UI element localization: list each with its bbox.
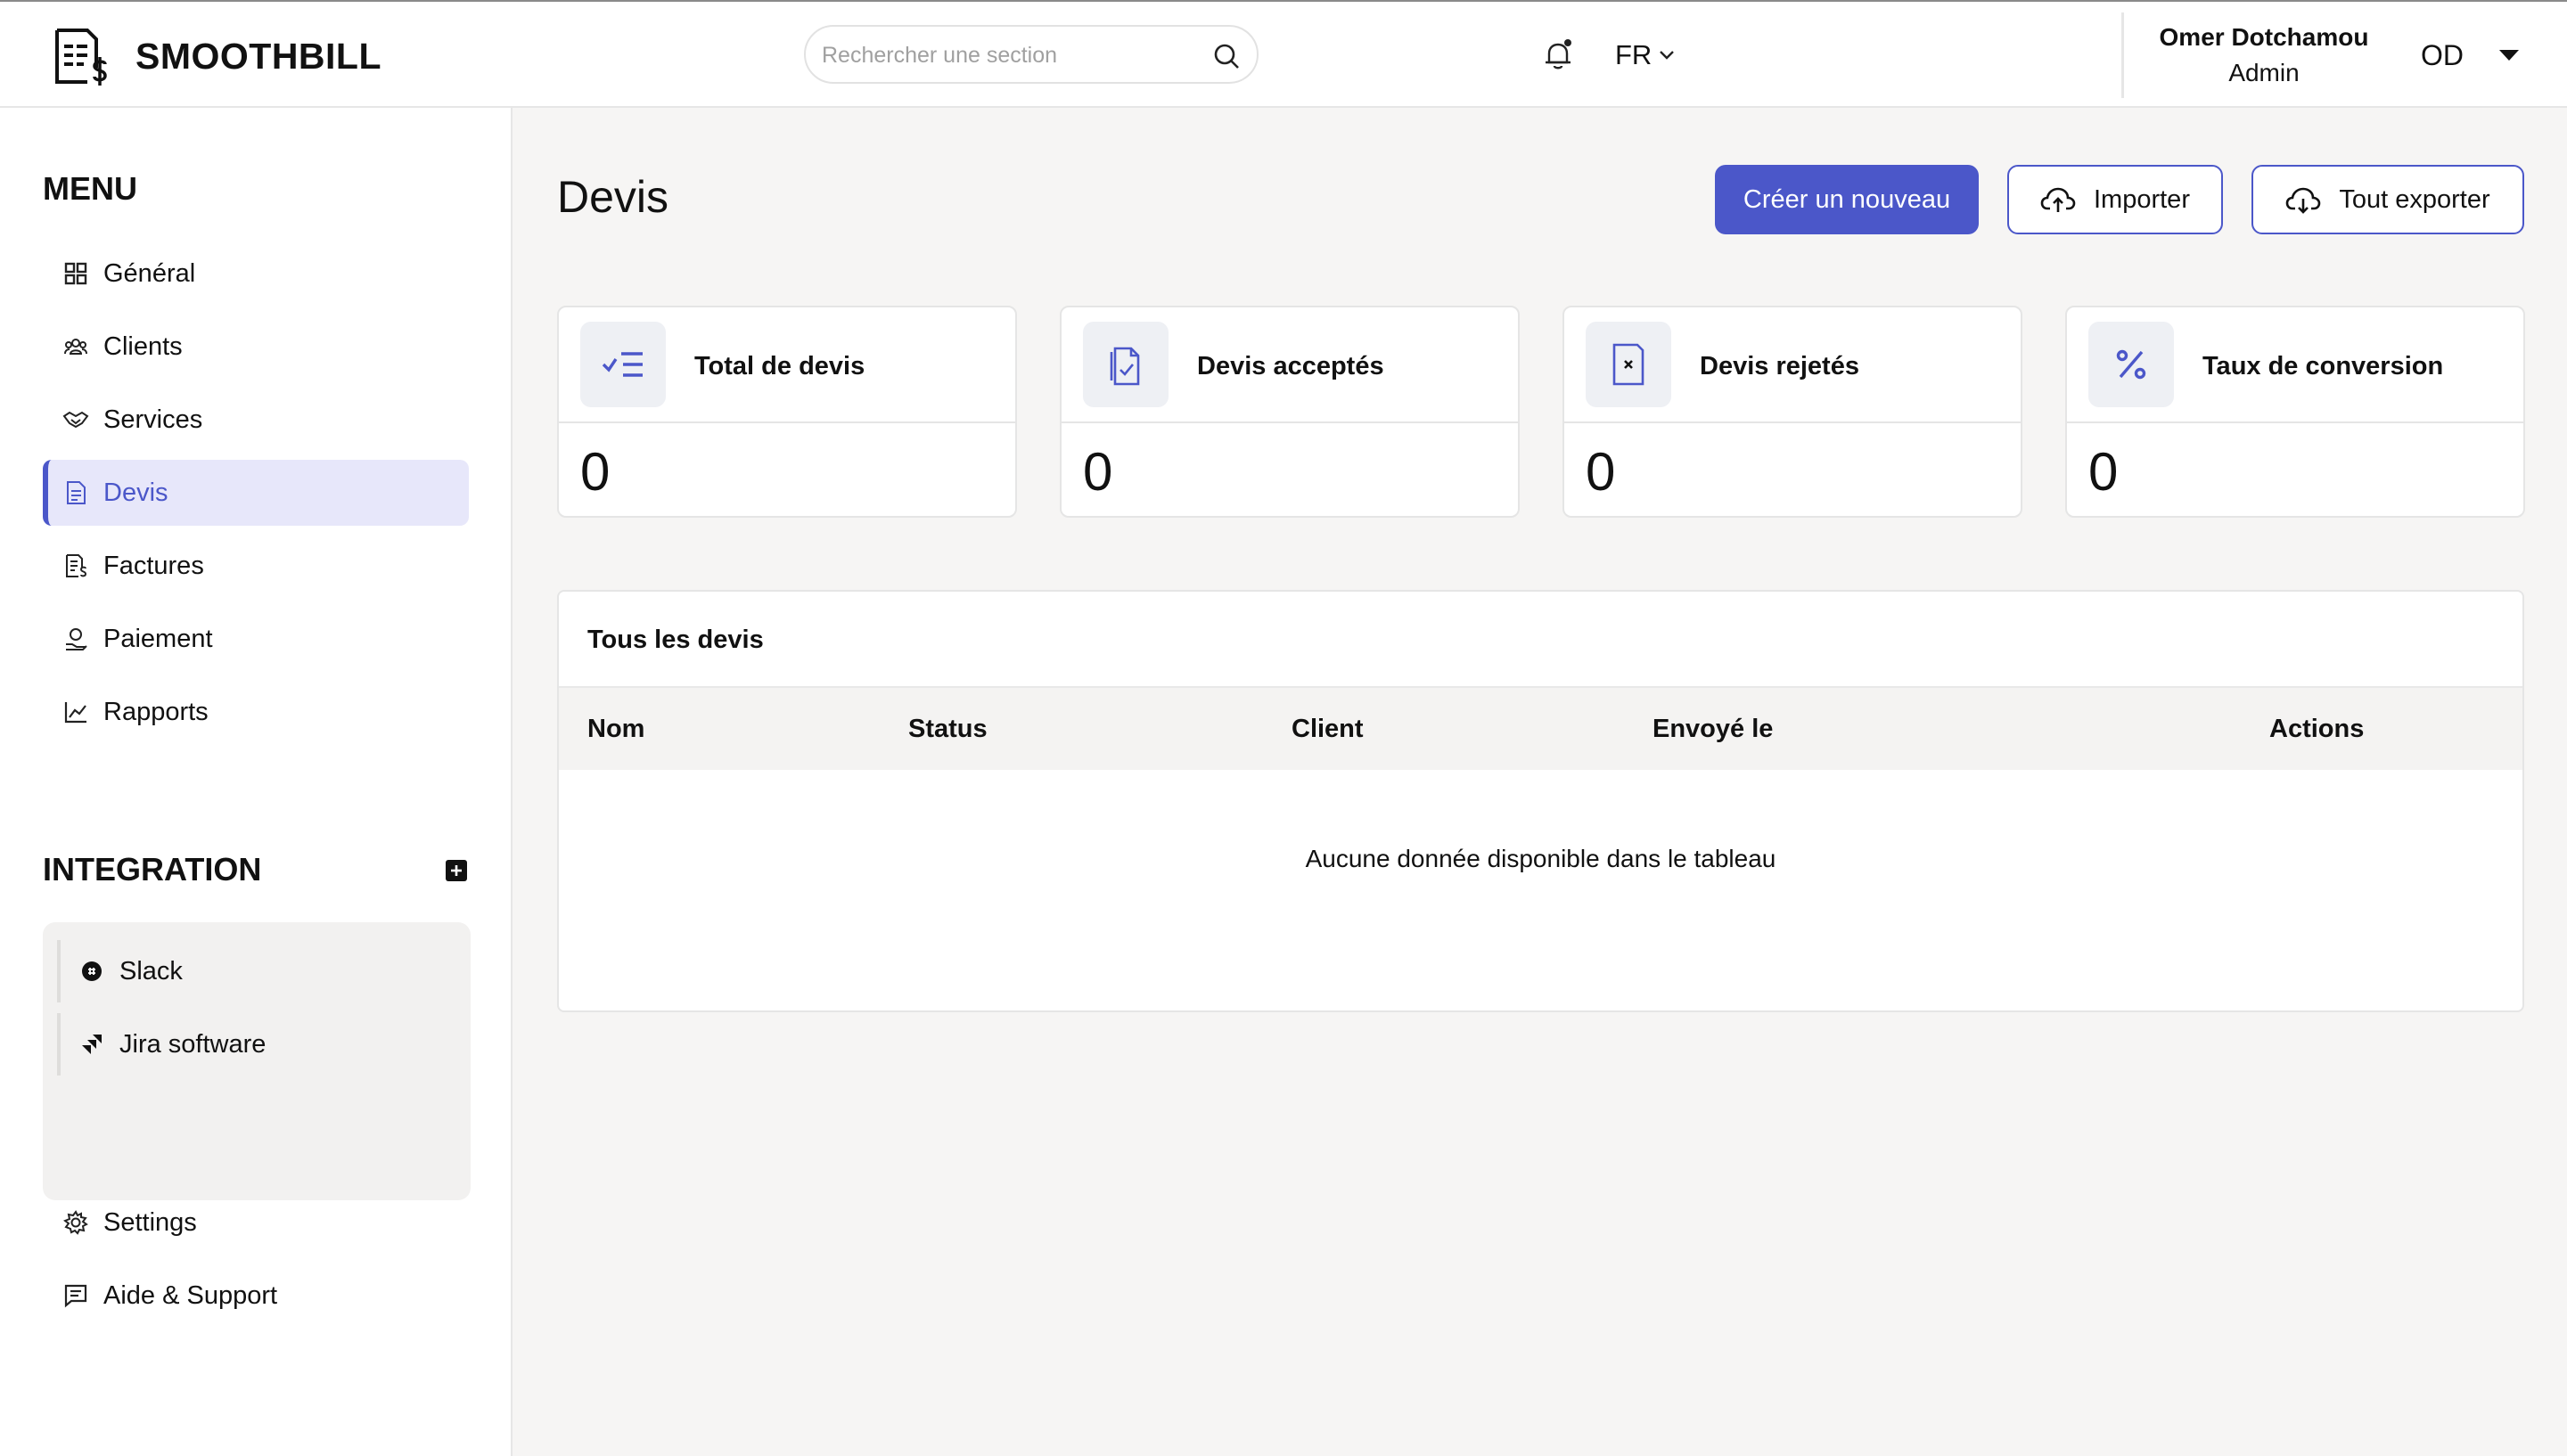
stat-value: 0 [2088, 442, 2119, 502]
search-bar[interactable] [804, 25, 1259, 84]
cloud-upload-icon [2040, 187, 2076, 212]
column-header-nom[interactable]: Nom [587, 715, 644, 744]
page-title: Devis [557, 172, 669, 222]
jira-icon [80, 1033, 103, 1056]
sidebar-item-label: Services [103, 405, 203, 434]
percent-icon [2088, 322, 2174, 407]
export-all-button[interactable]: Tout exporter [2251, 165, 2524, 234]
column-header-status[interactable]: Status [908, 715, 988, 744]
stat-value: 0 [580, 442, 611, 502]
sidebar-item-devis[interactable]: Devis [43, 460, 469, 526]
stat-card-accepted: Devis acceptés 0 [1060, 306, 1520, 518]
import-label: Importer [2094, 184, 2190, 214]
quotes-table-card: Tous les devis Nom Status Client Envoyé … [557, 590, 2524, 1012]
sidebar-item-label: Aide & Support [103, 1280, 278, 1310]
chevron-down-icon [1660, 51, 1675, 60]
sidebar-item-rapports[interactable]: Rapports [43, 679, 469, 745]
sidebar-item-label: Clients [103, 331, 183, 361]
menu-title: MENU [43, 170, 137, 207]
column-header-client[interactable]: Client [1292, 715, 1364, 744]
smoothbill-logo-icon[interactable] [52, 27, 109, 87]
sidebar-item-label: Rapports [103, 697, 209, 726]
column-header-actions: Actions [2269, 715, 2365, 743]
sidebar-item-settings[interactable]: Settings [43, 1190, 469, 1256]
top-header: SMOOTHBILL FR Omer Dotchamou Admin OD [0, 0, 2567, 108]
payment-icon [62, 626, 89, 652]
cloud-download-icon [2286, 187, 2321, 214]
stat-card-rejected: Devis rejetés 0 [1562, 306, 2022, 518]
empty-table-message: Aucune donnée disponible dans le tableau [1305, 845, 1776, 872]
column-header-sent-date[interactable]: Envoyé le [1653, 715, 1773, 744]
gear-icon [62, 1209, 89, 1236]
sidebar-item-label: Factures [103, 551, 204, 580]
integration-label: Jira software [119, 1029, 267, 1059]
document-check-icon [1083, 322, 1169, 407]
sidebar-item-label: Paiement [103, 624, 213, 653]
notification-bell-icon[interactable] [1540, 37, 1576, 73]
integration-title: INTEGRATION [43, 851, 262, 888]
export-label: Tout exporter [2339, 184, 2490, 214]
table-title: Tous les devis [587, 626, 764, 654]
document-x-icon [1586, 322, 1671, 407]
document-icon [62, 479, 89, 506]
language-label: FR [1615, 39, 1653, 70]
checklist-icon [580, 322, 666, 407]
sidebar-item-label: Devis [103, 478, 168, 507]
chart-icon [62, 699, 89, 725]
sidebar-item-paiement[interactable]: Paiement [43, 606, 469, 672]
user-role: Admin [2228, 59, 2300, 86]
message-icon [62, 1282, 89, 1309]
user-name: Omer Dotchamou [2159, 23, 2369, 51]
invoice-icon [62, 552, 89, 579]
stat-card-total: Total de devis 0 [557, 306, 1017, 518]
stat-card-conversion: Taux de conversion 0 [2065, 306, 2525, 518]
search-input[interactable] [822, 37, 1178, 73]
sidebar: MENU Général Clients Services Devis Fact… [0, 108, 513, 1456]
integration-label: Slack [119, 956, 183, 986]
create-new-button[interactable]: Créer un nouveau [1715, 165, 1979, 234]
sidebar-item-general[interactable]: Général [43, 241, 469, 307]
sidebar-item-factures[interactable]: Factures [43, 533, 469, 599]
brand-name: SMOOTHBILL [135, 36, 382, 77]
stat-label: Taux de conversion [2202, 352, 2444, 380]
sidebar-item-label: Général [103, 258, 196, 288]
stat-value: 0 [1586, 442, 1616, 502]
table-header-row: Nom Status Client Envoyé le Actions [559, 686, 2522, 770]
sidebar-item-clients[interactable]: Clients [43, 314, 469, 380]
handshake-icon [62, 406, 89, 433]
users-icon [62, 333, 89, 360]
integration-item-slack[interactable]: Slack [57, 940, 449, 1002]
stat-label: Total de devis [694, 352, 865, 380]
stat-value: 0 [1083, 442, 1113, 502]
import-button[interactable]: Importer [2007, 165, 2223, 234]
language-selector[interactable]: FR [1615, 39, 1675, 71]
integrations-panel: Slack Jira software [43, 922, 471, 1200]
sidebar-item-label: Settings [103, 1207, 197, 1237]
integration-item-jira[interactable]: Jira software [57, 1013, 449, 1076]
grid-icon [62, 260, 89, 287]
caret-down-icon[interactable] [2497, 48, 2521, 62]
stat-label: Devis rejetés [1700, 352, 1859, 380]
sidebar-item-help-support[interactable]: Aide & Support [43, 1263, 469, 1329]
avatar[interactable]: OD [2421, 39, 2464, 72]
sidebar-item-services[interactable]: Services [43, 387, 469, 453]
search-icon[interactable] [1212, 42, 1241, 70]
add-integration-icon[interactable] [446, 860, 467, 881]
slack-icon [80, 960, 103, 983]
stat-label: Devis acceptés [1197, 352, 1384, 380]
